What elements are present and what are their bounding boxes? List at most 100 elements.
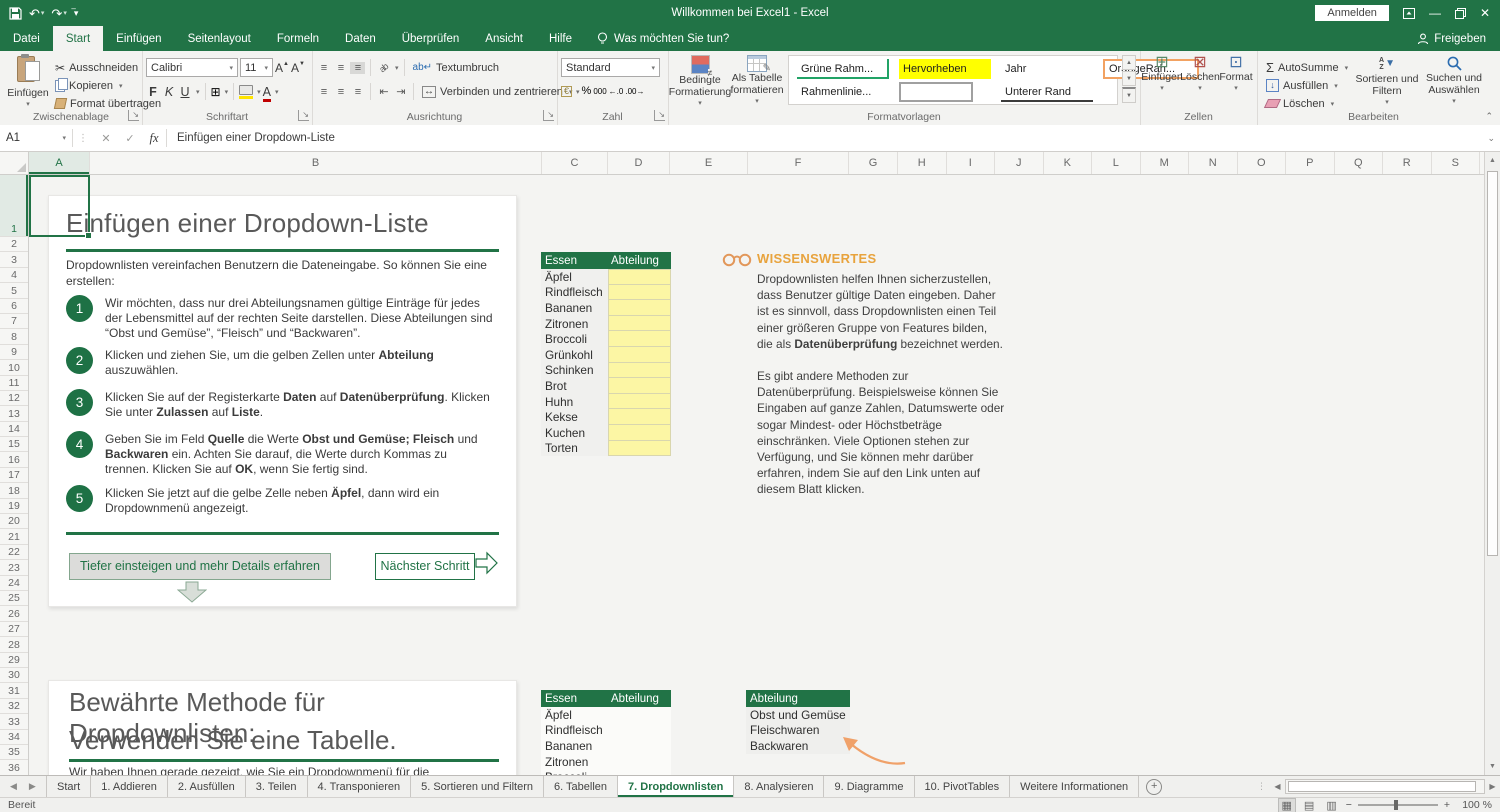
row-header-9[interactable]: 9 xyxy=(0,345,28,360)
delete-cells-button[interactable]: ⊠Löschen▾ xyxy=(1182,55,1218,95)
page-break-view-icon[interactable]: ▥ xyxy=(1323,799,1339,812)
column-header-b[interactable]: B xyxy=(90,152,542,174)
sheet-tab-4-transponieren[interactable]: 4. Transponieren xyxy=(308,776,412,797)
insert-function-icon[interactable]: fx xyxy=(142,131,166,146)
sort-filter-button[interactable]: AZ▼ Sortieren und Filtern▾ xyxy=(1355,55,1419,109)
cancel-icon[interactable]: ✕ xyxy=(94,132,118,145)
normal-view-icon[interactable]: ▦ xyxy=(1279,799,1295,812)
format-as-table-button[interactable]: Als Tabelle formatieren▾ xyxy=(730,55,784,108)
fill-button[interactable]: ↓Ausfüllen▾ xyxy=(1263,78,1341,93)
minimize-button[interactable]: — xyxy=(1429,6,1441,20)
food-cell[interactable]: Kekse xyxy=(541,409,608,425)
abteilung-value-cell[interactable]: Obst und Gemüse xyxy=(746,708,846,722)
abteilung-input-cell[interactable] xyxy=(608,331,671,347)
food-cell[interactable]: Bananen xyxy=(541,738,671,754)
column-header-j[interactable]: J xyxy=(995,152,1044,174)
undo-icon[interactable]: ↶▾ xyxy=(29,7,44,20)
row-header-7[interactable]: 7 xyxy=(0,314,28,329)
sheet-tab-9-diagramme[interactable]: 9. Diagramme xyxy=(824,776,914,797)
font-size-combo[interactable]: 11▾ xyxy=(240,58,273,77)
column-header-a[interactable]: A xyxy=(29,152,90,174)
column-header-r[interactable]: R xyxy=(1383,152,1432,174)
food-cell[interactable]: Torten xyxy=(541,441,608,457)
header-abteilung[interactable]: Abteilung xyxy=(746,693,798,705)
row-header-2[interactable]: 2 xyxy=(0,237,28,252)
insert-cells-button[interactable]: ⊞Einfügen▾ xyxy=(1144,55,1180,95)
food-cell[interactable]: Kuchen xyxy=(541,425,608,441)
column-header-e[interactable]: E xyxy=(670,152,748,174)
customize-qat-icon[interactable]: ▾– xyxy=(74,9,76,18)
sheet-tab-3-teilen[interactable]: 3. Teilen xyxy=(246,776,308,797)
font-color-button[interactable]: A xyxy=(263,83,271,101)
row-header-26[interactable]: 26 xyxy=(0,606,28,621)
menu-tab-start[interactable]: Start xyxy=(53,26,103,51)
column-header-n[interactable]: N xyxy=(1189,152,1238,174)
sheet-tab-8-analysieren[interactable]: 8. Analysieren xyxy=(734,776,824,797)
food-cell[interactable]: Huhn xyxy=(541,394,608,410)
zoom-level[interactable]: 100 % xyxy=(1456,799,1492,811)
clipboard-dialog-launcher[interactable]: ↘ xyxy=(128,110,139,121)
percent-style-icon[interactable]: % xyxy=(582,86,592,97)
column-header-h[interactable]: H xyxy=(898,152,947,174)
alignment-dialog-launcher[interactable]: ↘ xyxy=(543,110,554,121)
row-header-19[interactable]: 19 xyxy=(0,499,28,514)
column-header-l[interactable]: L xyxy=(1092,152,1141,174)
share-button[interactable]: Freigeben xyxy=(1417,26,1500,51)
borders-icon[interactable]: ⊞ xyxy=(211,86,221,98)
hscroll-left-icon[interactable]: ◀ xyxy=(1270,776,1285,797)
abteilung-input-cell[interactable] xyxy=(608,363,671,379)
align-right-icon[interactable]: ≡ xyxy=(350,86,365,98)
header-abteilung[interactable]: Abteilung xyxy=(608,255,659,267)
sheet-tab-1-addieren[interactable]: 1. Addieren xyxy=(91,776,168,797)
food-cell[interactable]: Rindfleisch xyxy=(541,285,608,301)
menu-tab-hilfe[interactable]: Hilfe xyxy=(536,26,585,51)
new-sheet-button[interactable]: + xyxy=(1139,776,1169,797)
abteilung-input-cell[interactable] xyxy=(608,425,671,441)
zoom-slider-thumb[interactable] xyxy=(1394,800,1398,810)
cell-style-chip-hervorheben[interactable]: Hervorheben xyxy=(899,59,991,79)
row-header-30[interactable]: 30 xyxy=(0,668,28,683)
row-header-27[interactable]: 27 xyxy=(0,622,28,637)
menu-tab-ansicht[interactable]: Ansicht xyxy=(472,26,536,51)
food-cell[interactable]: Rindfleisch xyxy=(541,723,671,739)
header-essen[interactable]: Essen xyxy=(541,693,608,705)
food-cell[interactable]: Zitronen xyxy=(541,316,608,332)
row-header-5[interactable]: 5 xyxy=(0,283,28,298)
comma-style-icon[interactable]: 000 xyxy=(593,88,606,96)
redo-icon[interactable]: ↷▾ xyxy=(51,7,66,20)
increase-indent-icon[interactable]: ⇥ xyxy=(393,85,408,98)
cell-style-chip-rahmenlinie[interactable]: Rahmenlinie... xyxy=(797,82,889,102)
abteilung-input-cell[interactable] xyxy=(608,394,671,410)
column-header-i[interactable]: I xyxy=(947,152,996,174)
formula-bar-splitter[interactable]: ⋮ xyxy=(73,133,94,144)
align-middle-icon[interactable]: ≡ xyxy=(333,62,348,74)
autosum-button[interactable]: ΣAutoSumme▾ xyxy=(1263,60,1351,75)
row-header-29[interactable]: 29 xyxy=(0,653,28,668)
food-cell[interactable]: Zitronen xyxy=(541,754,671,770)
close-button[interactable]: ✕ xyxy=(1480,6,1490,20)
row-header-25[interactable]: 25 xyxy=(0,591,28,606)
find-select-button[interactable]: Suchen und Auswählen▾ xyxy=(1423,55,1485,108)
sheet-tab-2-ausf-llen[interactable]: 2. Ausfüllen xyxy=(168,776,246,797)
menu-tab-datei[interactable]: Datei xyxy=(0,26,53,51)
row-header-15[interactable]: 15 xyxy=(0,437,28,452)
expand-formula-bar-icon[interactable]: ⌄ xyxy=(1487,133,1500,144)
active-cell-selection[interactable] xyxy=(29,175,90,237)
abteilung-input-cell[interactable] xyxy=(608,269,671,285)
hscroll-right-icon[interactable]: ▶ xyxy=(1485,776,1500,797)
clear-button[interactable]: Löschen▾ xyxy=(1263,97,1337,111)
row-header-20[interactable]: 20 xyxy=(0,514,28,529)
next-sheet-icon[interactable]: ▶ xyxy=(29,781,36,792)
cell-style-chip-unterer-rand[interactable]: Unterer Rand xyxy=(1001,82,1093,102)
decrease-indent-icon[interactable]: ⇤ xyxy=(376,85,391,98)
food-cell[interactable]: Äpfel xyxy=(541,269,608,285)
gallery-more-icon[interactable]: ▼ xyxy=(1122,87,1136,103)
accounting-format-icon[interactable]: € xyxy=(561,86,572,97)
abteilung-input-cell[interactable] xyxy=(608,409,671,425)
sheet-tab-5-sortieren-und-filtern[interactable]: 5. Sortieren und Filtern xyxy=(411,776,544,797)
save-icon[interactable] xyxy=(9,7,22,20)
header-abteilung[interactable]: Abteilung xyxy=(608,693,659,705)
prev-sheet-icon[interactable]: ◀ xyxy=(10,781,17,792)
row-header-4[interactable]: 4 xyxy=(0,268,28,283)
sheet-tab-7-dropdownlisten[interactable]: 7. Dropdownlisten xyxy=(618,776,734,797)
